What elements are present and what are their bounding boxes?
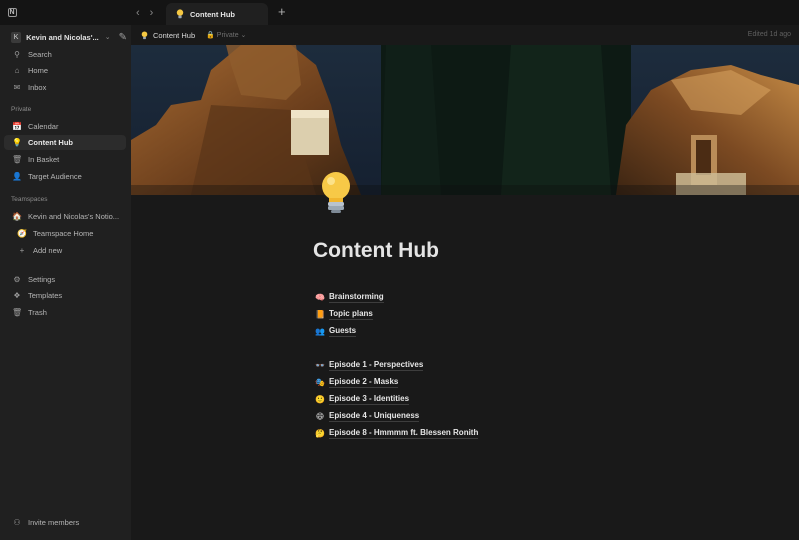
glasses-icon: 👓 [315, 360, 325, 370]
page-link-label: Topic plans [329, 309, 373, 320]
page-title[interactable]: Content Hub [313, 239, 439, 263]
page-link-label: Guests [329, 326, 357, 337]
privacy-indicator[interactable]: 🔒 Private ⌄ [206, 31, 246, 39]
workspace-badge: K [11, 31, 22, 43]
sidebar-item-calendar[interactable]: 📅 Calendar [4, 119, 126, 134]
page-link-label: Brainstorming [329, 292, 384, 303]
sidebar-item-label: Inbox [28, 83, 47, 92]
breadcrumb-title: Content Hub [153, 30, 196, 40]
basket-icon: 🗑 [12, 155, 23, 164]
page-header: Content Hub 🔒 Private ⌄ Edited 1d ago [131, 25, 799, 45]
tab-content-hub[interactable]: Content Hub [166, 3, 268, 25]
sidebar: K Kevin and Nicolas'... ⌄ ✎ ⚲ Search ⌂ H… [0, 25, 131, 540]
chevron-down-icon: ⌄ [104, 34, 111, 41]
cover-image[interactable] [131, 45, 799, 195]
page-link-guests[interactable]: 👥 Guests [315, 324, 357, 338]
new-tab-button[interactable]: + [278, 5, 286, 19]
page-link-episode-1[interactable]: 👓 Episode 1 - Perspectives [315, 358, 424, 372]
inbox-icon: ✉ [13, 83, 21, 92]
trash-icon: 🗑 [12, 308, 23, 317]
sidebar-item-label: Settings [28, 275, 56, 284]
tab-title: Content Hub [190, 9, 235, 19]
sidebar-item-templates[interactable]: ❖ Templates [4, 288, 126, 303]
sidebar-item-home[interactable]: ⌂ Home [4, 63, 126, 78]
edited-timestamp: Edited 1d ago [747, 31, 791, 38]
thinking-icon: 🤔 [315, 428, 325, 438]
book-icon: 📙 [315, 309, 325, 319]
house-icon: 🏠 [12, 212, 22, 221]
sidebar-item-teamspace-home[interactable]: 🧭 Teamspace Home [4, 226, 126, 241]
grin-icon: 😄 [315, 411, 325, 421]
bulb-icon [141, 30, 148, 39]
sidebar-item-label: Teamspace Home [33, 229, 94, 238]
privacy-label: Private [216, 32, 239, 39]
section-label-private: Private [11, 106, 32, 113]
page-link-label: Episode 3 - Identities [329, 394, 410, 405]
page-link-label: Episode 4 - Uniqueness [329, 411, 420, 422]
masks-icon: 🎭 [315, 377, 325, 387]
sidebar-item-add-new[interactable]: + Add new [4, 243, 126, 258]
new-page-icon[interactable]: ✎ [119, 32, 127, 43]
home-icon: ⌂ [14, 66, 20, 75]
gear-icon: ⚙ [13, 275, 21, 284]
logo-letter: N [7, 8, 17, 17]
sidebar-item-label: Templates [28, 291, 63, 300]
page-icon-bulb[interactable] [316, 170, 356, 216]
sidebar-item-label: Search [28, 50, 52, 59]
search-icon: ⚲ [14, 50, 20, 59]
title-bar: N ‹ › Content Hub + [0, 0, 799, 25]
sidebar-item-label: Add new [33, 246, 63, 255]
page-link-topic-plans[interactable]: 📙 Topic plans [315, 307, 373, 321]
sidebar-item-inbox[interactable]: ✉ Inbox [4, 80, 126, 95]
history-nav: ‹ › [136, 0, 153, 25]
sidebar-item-label: Kevin and Nicolas's Notio... [28, 212, 120, 221]
sidebar-item-content-hub[interactable]: 💡 Content Hub [4, 135, 126, 150]
section-label-teamspaces: Teamspaces [11, 196, 48, 203]
notion-logo-icon[interactable]: N [0, 0, 24, 25]
sidebar-item-label: Content Hub [28, 138, 73, 147]
forward-arrow-icon[interactable]: › [150, 7, 154, 19]
page-link-label: Episode 2 - Masks [329, 377, 399, 388]
sidebar-item-label: Home [28, 66, 49, 75]
page-link-episode-8[interactable]: 🤔 Episode 8 - Hmmmm ft. Blessen Ronith [315, 426, 479, 440]
sidebar-item-search[interactable]: ⚲ Search [4, 47, 126, 62]
page-link-label: Episode 8 - Hmmmm ft. Blessen Ronith [329, 428, 479, 439]
person-icon: 👤 [12, 172, 22, 181]
page-link-episode-2[interactable]: 🎭 Episode 2 - Masks [315, 375, 399, 389]
brain-icon: 🧠 [315, 292, 325, 302]
sidebar-item-trash[interactable]: 🗑 Trash [4, 305, 126, 320]
templates-icon: ❖ [13, 291, 21, 300]
sidebar-item-label: Trash [28, 308, 47, 317]
back-arrow-icon[interactable]: ‹ [136, 7, 140, 19]
chevron-down-icon: ⌄ [240, 32, 247, 39]
breadcrumb[interactable]: Content Hub 🔒 Private ⌄ [141, 31, 246, 40]
people-icon: 👥 [315, 326, 325, 336]
invite-members-button[interactable]: ⚇ Invite members [4, 515, 126, 530]
invite-person-icon: ⚇ [13, 518, 21, 527]
sidebar-item-target-audience[interactable]: 👤 Target Audience [4, 169, 126, 184]
workspace-name: Kevin and Nicolas'... [26, 32, 99, 42]
sidebar-item-teamspace-workspace[interactable]: 🏠 Kevin and Nicolas's Notio... [4, 209, 126, 224]
sidebar-item-label: Calendar [28, 122, 59, 131]
page-link-brainstorming[interactable]: 🧠 Brainstorming [315, 290, 384, 304]
page-link-episode-3[interactable]: 🙂 Episode 3 - Identities [315, 392, 410, 406]
cover-painting [131, 45, 799, 195]
calendar-icon: 📅 [12, 122, 22, 131]
sidebar-item-in-basket[interactable]: 🗑 In Basket [4, 152, 126, 167]
workspace-switcher[interactable]: K Kevin and Nicolas'... ⌄ ✎ [6, 28, 127, 46]
sidebar-item-label: In Basket [28, 155, 60, 164]
bulb-icon [176, 9, 184, 19]
page-link-episode-4[interactable]: 😄 Episode 4 - Uniqueness [315, 409, 420, 423]
page-link-label: Episode 1 - Perspectives [329, 360, 424, 371]
plus-icon: + [19, 246, 25, 255]
invite-members-label: Invite members [28, 518, 80, 527]
smile-icon: 🙂 [315, 394, 325, 404]
sidebar-item-settings[interactable]: ⚙ Settings [4, 272, 126, 287]
sidebar-item-label: Target Audience [28, 172, 82, 181]
lock-icon: 🔒 [206, 32, 215, 39]
compass-icon: 🧭 [17, 229, 27, 238]
bulb-icon: 💡 [12, 138, 22, 147]
